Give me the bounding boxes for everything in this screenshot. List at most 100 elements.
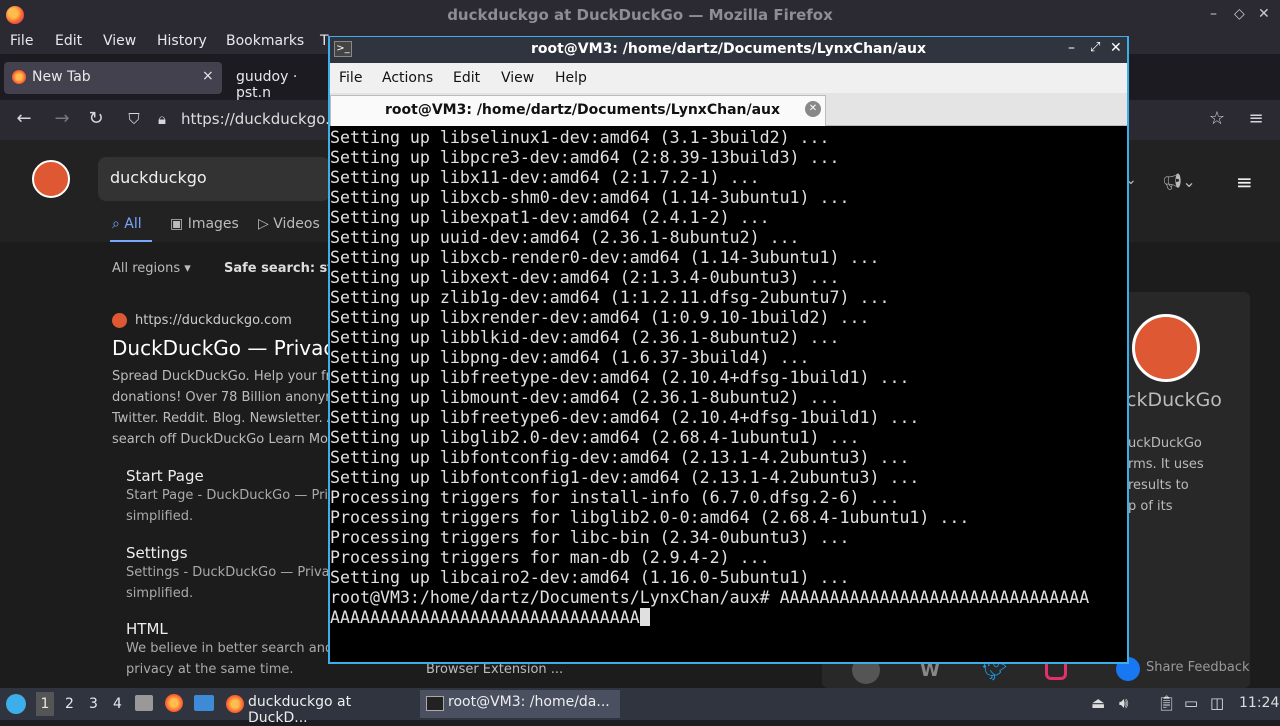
task-firefox[interactable]: duckduckgo at DuckD... — [220, 690, 416, 726]
tab-videos-label: Videos — [273, 216, 320, 232]
terminal-line: Setting up libmount-dev:amd64 (2.36.1-8u… — [330, 388, 840, 407]
sublink-html[interactable]: HTML We believe in better search and pri… — [126, 620, 333, 680]
active-tab-indicator — [110, 240, 152, 242]
workspace-1[interactable]: 1 — [36, 692, 54, 716]
firefox-window-title: duckduckgo at DuckDuckGo — Mozilla Firef… — [447, 6, 833, 24]
back-icon[interactable]: ← — [12, 108, 36, 129]
firefox-titlebar: duckduckgo at DuckDuckGo — Mozilla Firef… — [0, 0, 1280, 30]
result-favicon-icon — [112, 313, 127, 328]
show-desktop-icon[interactable] — [135, 695, 153, 711]
megaphone-icon[interactable]: 📢︎⌄ — [1162, 172, 1196, 191]
ddg-logo-icon[interactable] — [32, 160, 70, 198]
url-input[interactable]: https://duckduckgo.c — [181, 110, 338, 128]
maximize-icon[interactable]: ◇ — [1234, 6, 1245, 22]
task-label: duckduckgo at DuckD... — [248, 694, 352, 726]
clipboard-icon[interactable]: 📋︎ — [1157, 694, 1176, 712]
sublink-browser-extension[interactable]: Browser Extension ... — [426, 662, 563, 677]
bookmark-star-icon[interactable]: ☆ — [1205, 108, 1229, 129]
terminal-line: Setting up libexpat1-dev:amd64 (2.4.1-2)… — [330, 208, 770, 227]
terminal-line: Setting up libcairo2-dev:amd64 (1.16.0-5… — [330, 568, 850, 587]
taskbar: 1 2 3 4 duckduckgo at DuckD... root@VM3:… — [0, 688, 1280, 726]
firefox-task-icon — [226, 695, 244, 713]
terminal-menu-view[interactable]: View — [501, 70, 534, 86]
safe-search-filter[interactable]: Safe search: stri — [224, 261, 344, 276]
terminal-task-icon — [426, 696, 444, 711]
terminal-line: Setting up libpng-dev:amd64 (1.6.37-3bui… — [330, 348, 810, 367]
terminal-titlebar[interactable]: >_ root@VM3: /home/dartz/Documents/LynxC… — [330, 37, 1127, 63]
terminal-tab[interactable]: root@VM3: /home/dartz/Documents/LynxChan… — [330, 95, 826, 126]
task-label: root@VM3: /home/da... — [448, 694, 610, 710]
terminal-line: Setting up libfreetype-dev:amd64 (2.10.4… — [330, 368, 910, 387]
firefox-launcher-icon[interactable] — [165, 694, 183, 712]
close-icon[interactable]: ✕ — [1258, 6, 1270, 22]
terminal-menu-file[interactable]: File — [339, 70, 362, 86]
tab-close-icon[interactable]: × — [202, 68, 214, 84]
terminal-line: Setting up libfontconfig1-dev:amd64 (2.1… — [330, 468, 920, 487]
tab-videos[interactable]: ▷ Videos — [258, 216, 320, 232]
region-filter[interactable]: All regions ▾ — [112, 261, 191, 276]
terminal-line: Processing triggers for libglib2.0-0:amd… — [330, 508, 970, 527]
task-terminal[interactable]: root@VM3: /home/da... — [420, 690, 620, 718]
file-manager-icon[interactable] — [194, 695, 214, 711]
terminal-menu-actions[interactable]: Actions — [382, 70, 433, 86]
volume-icon[interactable]: 🔊︎ — [1119, 694, 1128, 712]
terminal-tab-label: root@VM3: /home/dartz/Documents/LynxChan… — [385, 102, 781, 118]
result-title[interactable]: DuckDuckGo — Privacy — [112, 336, 346, 360]
sublink-start-page[interactable]: Start Page Start Page - DuckDuckGo — Pri… — [126, 467, 336, 527]
sublink-settings[interactable]: Settings Settings - DuckDuckGo — Privac … — [126, 544, 337, 604]
notification-icon[interactable]: ◫ — [1210, 694, 1224, 712]
ddg-duck-logo-icon — [1132, 314, 1200, 382]
terminal-line: Processing triggers for install-info (6.… — [330, 488, 900, 507]
terminal-line: AAAAAAAAAAAAAAAAAAAAAAAAAAAAAAA — [330, 608, 1126, 628]
start-menu-icon[interactable] — [6, 694, 26, 714]
menu-edit[interactable]: Edit — [55, 33, 82, 49]
shield-icon[interactable]: ⛉ — [122, 110, 146, 128]
menu-view[interactable]: View — [103, 33, 136, 49]
terminal-line: root@VM3:/home/dartz/Documents/LynxChan/… — [330, 588, 1090, 607]
minimize-icon[interactable]: – — [1210, 6, 1217, 22]
tab-all-label: All — [124, 216, 142, 232]
terminal-line: Setting up libpcre3-dev:amd64 (2:8.39-13… — [330, 148, 840, 167]
app-menu-icon[interactable]: ≡ — [1244, 108, 1268, 129]
firefox-tab-icon — [12, 70, 26, 84]
tab-all[interactable]: ⌕ All — [112, 216, 142, 232]
terminal-output[interactable]: Setting up libselinux1-dev:amd64 (3.1-3b… — [330, 128, 1126, 662]
clock[interactable]: 11:24 — [1239, 695, 1279, 711]
terminal-line: Setting up libxcb-shm0-dev:amd64 (1.14-3… — [330, 188, 850, 207]
terminal-menu-help[interactable]: Help — [555, 70, 587, 86]
tab-images[interactable]: ▣ Images — [170, 216, 239, 232]
forward-icon[interactable]: → — [50, 108, 74, 129]
terminal-menubar: File Actions Edit View Help — [330, 63, 1127, 93]
terminal-window-title: root@VM3: /home/dartz/Documents/LynxChan… — [530, 41, 927, 57]
terminal-line: Setting up libxcb-render0-dev:amd64 (1.1… — [330, 248, 880, 267]
tab-guudoy[interactable]: guudoy · pst.n — [226, 62, 326, 101]
search-input[interactable]: duckduckgo — [98, 157, 330, 201]
tab-label: guudoy · pst.n — [236, 69, 298, 101]
terminal-close-icon[interactable]: ✕ — [1110, 40, 1122, 56]
workspace-4[interactable]: 4 — [113, 696, 122, 712]
terminal-line: Setting up libblkid-dev:amd64 (2.36.1-8u… — [330, 328, 840, 347]
reload-icon[interactable]: ↻ — [84, 108, 108, 129]
eject-icon[interactable]: ⏏ — [1091, 694, 1105, 712]
terminal-menu-edit[interactable]: Edit — [453, 70, 480, 86]
terminal-minimize-icon[interactable]: – — [1068, 40, 1075, 56]
menu-history[interactable]: History — [157, 33, 207, 49]
terminal-line: Setting up libx11-dev:amd64 (2:1.7.2-1) … — [330, 168, 760, 187]
workspace-3[interactable]: 3 — [89, 696, 98, 712]
menu-file[interactable]: File — [10, 33, 33, 49]
network-icon[interactable]: ▭ — [1184, 694, 1198, 712]
terminal-line: Setting up libglib2.0-dev:amd64 (2.68.4-… — [330, 428, 860, 447]
terminal-line: Processing triggers for man-db (2.9.4-2)… — [330, 548, 770, 567]
result-url[interactable]: https://duckduckgo.com — [135, 313, 292, 328]
share-feedback-link[interactable]: Share Feedback — [1146, 660, 1250, 675]
tab-new-tab[interactable]: New Tab × — [4, 62, 222, 94]
workspace-2[interactable]: 2 — [65, 696, 74, 712]
terminal-line: Setting up libxrender-dev:amd64 (1:0.9.1… — [330, 308, 870, 327]
terminal-maximize-icon[interactable]: ⤢ — [1090, 40, 1100, 55]
lock-icon: 🔒︎ — [158, 110, 166, 128]
ddg-menu-icon[interactable]: ≡ — [1236, 170, 1253, 194]
terminal-tab-close-icon[interactable]: ✕ — [805, 101, 821, 117]
result-description: Spread DuckDuckGo. Help your fr donation… — [112, 369, 338, 447]
menu-bookmarks[interactable]: Bookmarks — [226, 33, 304, 49]
tab-images-label: Images — [187, 216, 239, 232]
